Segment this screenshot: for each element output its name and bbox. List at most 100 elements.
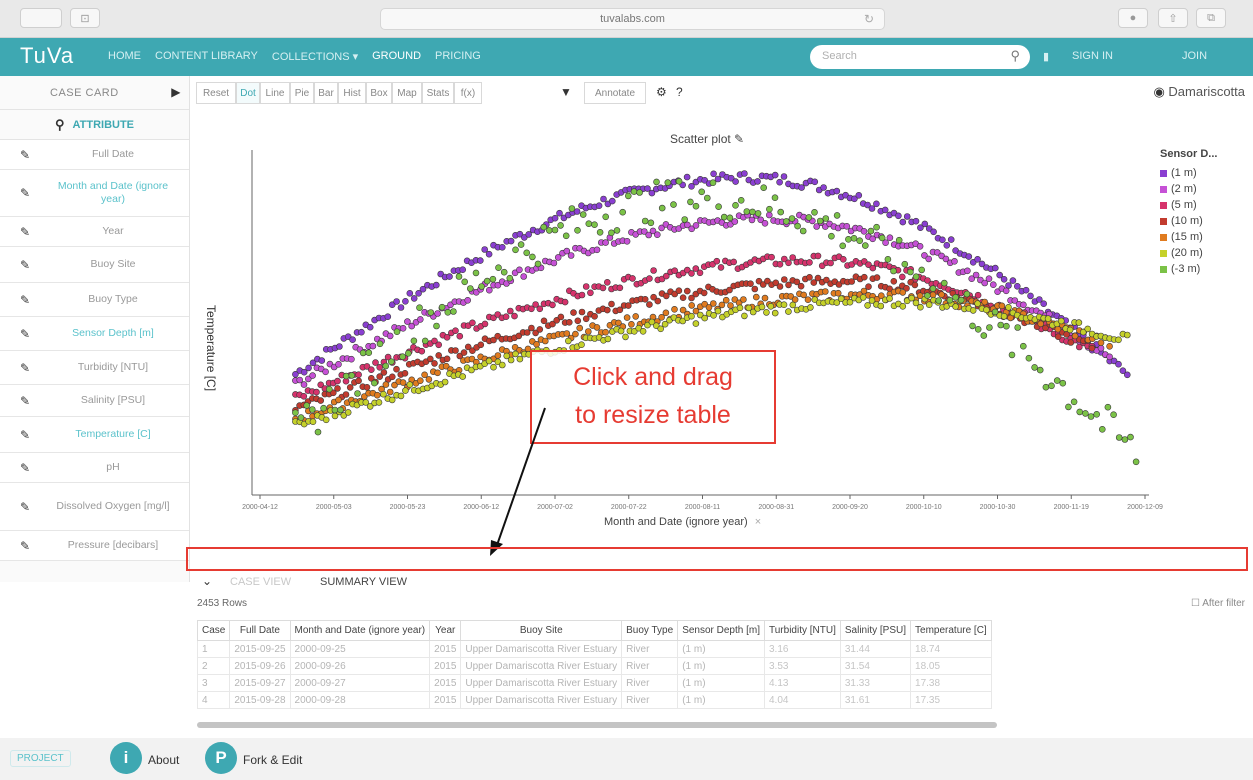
attribute-item[interactable]: ✎ Turbidity [NTU] bbox=[0, 351, 189, 385]
search-input[interactable]: Search ⚲ bbox=[810, 45, 1030, 69]
tool-pie-button[interactable]: Pie bbox=[290, 82, 314, 104]
legend-swatch bbox=[1160, 217, 1167, 225]
gear-icon[interactable]: ⚙ bbox=[656, 85, 667, 99]
tool-map-button[interactable]: Map bbox=[392, 82, 422, 104]
nav-pricing[interactable]: PRICING bbox=[435, 50, 481, 63]
legend-item[interactable]: (15 m) bbox=[1160, 229, 1217, 245]
back-forward-buttons[interactable] bbox=[20, 8, 62, 28]
y-axis-label[interactable]: Temperature [C] bbox=[204, 305, 218, 391]
legend-item[interactable]: (20 m) bbox=[1160, 245, 1217, 261]
column-header[interactable]: Month and Date (ignore year) bbox=[289, 620, 431, 641]
nav-join[interactable]: JOIN bbox=[1182, 50, 1207, 62]
fork-icon[interactable]: P bbox=[205, 742, 237, 774]
tool-stats-button[interactable]: Stats bbox=[422, 82, 454, 104]
attribute-item[interactable]: ✎ Year bbox=[0, 217, 189, 247]
checkbox-icon[interactable]: ☐ bbox=[1191, 598, 1200, 609]
x-tick-label: 2000-11-19 bbox=[1054, 504, 1089, 511]
attribute-item[interactable]: ✎ Month and Date (ignore year) bbox=[0, 170, 189, 217]
nav-ground[interactable]: GROUND bbox=[372, 50, 421, 63]
x-axis-label[interactable]: Month and Date (ignore year) × bbox=[604, 516, 761, 528]
tool-dot-button[interactable]: Dot bbox=[236, 82, 260, 104]
attribute-item[interactable]: ✎ Buoy Type bbox=[0, 283, 189, 317]
attribute-item[interactable]: ✎ Pressure [decibars] bbox=[0, 531, 189, 561]
pencil-icon[interactable]: ✎ bbox=[20, 428, 30, 442]
pencil-icon[interactable]: ✎ bbox=[20, 461, 30, 475]
legend-item[interactable]: (2 m) bbox=[1160, 181, 1217, 197]
attribute-item[interactable]: ✎ Temperature [C] bbox=[0, 417, 189, 453]
tuva-logo[interactable]: TuVa bbox=[20, 43, 74, 69]
attribute-item[interactable]: ✎ Full Date bbox=[0, 140, 189, 170]
pencil-icon[interactable]: ✎ bbox=[20, 361, 30, 375]
legend-item[interactable]: (10 m) bbox=[1160, 213, 1217, 229]
legend-item[interactable]: (5 m) bbox=[1160, 197, 1217, 213]
tool-reset-button[interactable]: Reset bbox=[196, 82, 236, 104]
column-header[interactable]: Buoy Type bbox=[621, 620, 679, 641]
tab-case-view[interactable]: CASE VIEW bbox=[230, 576, 291, 588]
column-header[interactable]: Full Date bbox=[229, 620, 291, 641]
column-header[interactable]: Buoy Site bbox=[460, 620, 623, 641]
search-icon[interactable]: ⚲ bbox=[1010, 48, 1020, 64]
reload-icon[interactable]: ↻ bbox=[864, 9, 874, 29]
attribute-item[interactable]: ✎ Buoy Site bbox=[0, 247, 189, 283]
url-bar[interactable]: tuvalabs.com ↻ bbox=[380, 8, 885, 30]
column-header[interactable]: Temperature [C] bbox=[910, 620, 992, 641]
extension-icon[interactable]: ● bbox=[1118, 8, 1148, 28]
share-icon[interactable]: ⇧ bbox=[1158, 8, 1188, 28]
info-icon[interactable]: i bbox=[110, 742, 142, 774]
nav-sign-in[interactable]: SIGN IN bbox=[1072, 50, 1113, 62]
tool-box-button[interactable]: Box bbox=[366, 82, 392, 104]
table-row[interactable]: 4 2015-09-28 2000-09-28 2015 Upper Damarisco… bbox=[196, 691, 992, 709]
tool-line-button[interactable]: Line bbox=[260, 82, 290, 104]
chevron-down-icon[interactable]: ⌄ bbox=[202, 574, 212, 588]
help-icon[interactable]: ? bbox=[676, 85, 683, 99]
tool-hist-button[interactable]: Hist bbox=[338, 82, 366, 104]
horizontal-scrollbar[interactable] bbox=[197, 722, 997, 728]
case-card-header[interactable]: CASE CARD ▶ bbox=[0, 76, 189, 110]
about-button[interactable]: About bbox=[148, 753, 179, 767]
nav-content-library[interactable]: CONTENT LIBRARY bbox=[155, 50, 258, 63]
column-header[interactable]: Turbidity [NTU] bbox=[764, 620, 841, 641]
chevron-right-icon[interactable]: ▶ bbox=[171, 85, 181, 99]
project-button[interactable]: PROJECT bbox=[10, 750, 71, 767]
data-point bbox=[608, 229, 615, 237]
table-row[interactable]: 1 2015-09-25 2000-09-25 2015 Upper Damarisco… bbox=[196, 640, 992, 658]
tool-bar-button[interactable]: Bar bbox=[314, 82, 338, 104]
nav-home[interactable]: HOME bbox=[108, 50, 141, 63]
attribute-item[interactable]: ✎ Dissolved Oxygen [mg/l] bbox=[0, 483, 189, 531]
column-header[interactable]: Year bbox=[429, 620, 462, 641]
table-row[interactable]: 3 2015-09-27 2000-09-27 2015 Upper Damarisco… bbox=[196, 674, 992, 692]
pencil-icon[interactable]: ✎ bbox=[20, 327, 30, 341]
pencil-icon[interactable]: ✎ bbox=[20, 539, 30, 553]
tool-annotate-button[interactable]: Annotate bbox=[584, 82, 646, 104]
pencil-icon[interactable]: ✎ bbox=[20, 258, 30, 272]
attribute-item[interactable]: ✎ Sensor Depth [m] bbox=[0, 317, 189, 351]
tabs-button[interactable]: ⊡ bbox=[70, 8, 100, 28]
pencil-icon[interactable]: ✎ bbox=[20, 394, 30, 408]
pencil-icon[interactable]: ✎ bbox=[20, 225, 30, 239]
fork-edit-button[interactable]: Fork & Edit bbox=[243, 753, 302, 767]
tool-fx-button[interactable]: f(x) bbox=[454, 82, 482, 104]
resize-handle[interactable] bbox=[186, 547, 1248, 571]
attribute-item[interactable]: ✎ Salinity [PSU] bbox=[0, 385, 189, 417]
location-label[interactable]: ◉ Damariscotta bbox=[1153, 84, 1245, 100]
column-header[interactable]: Salinity [PSU] bbox=[839, 620, 912, 641]
new-tab-icon[interactable]: ⧉ bbox=[1196, 8, 1226, 28]
column-header[interactable]: Case bbox=[196, 620, 231, 641]
table-row[interactable]: 2 2015-09-26 2000-09-26 2015 Upper Damarisco… bbox=[196, 657, 992, 675]
tab-summary-view[interactable]: SUMMARY VIEW bbox=[320, 576, 407, 588]
filter-icon[interactable]: ▼ bbox=[560, 85, 572, 99]
legend-item[interactable]: (1 m) bbox=[1160, 165, 1217, 181]
pencil-icon[interactable]: ✎ bbox=[20, 148, 30, 162]
pencil-icon[interactable]: ✎ bbox=[20, 500, 30, 514]
pencil-icon[interactable]: ✎ bbox=[20, 293, 30, 307]
close-icon[interactable]: × bbox=[755, 516, 761, 528]
after-filter-checkbox[interactable]: ☐ After filter bbox=[1191, 598, 1245, 609]
data-point bbox=[406, 290, 414, 297]
search-icon[interactable]: ⚲ bbox=[55, 117, 65, 133]
column-header[interactable]: Sensor Depth [m] bbox=[677, 620, 765, 641]
user-icon[interactable]: ▮ bbox=[1043, 50, 1049, 63]
legend-item[interactable]: (-3 m) bbox=[1160, 261, 1217, 277]
pencil-icon[interactable]: ✎ bbox=[20, 186, 30, 200]
attribute-item[interactable]: ✎ pH bbox=[0, 453, 189, 483]
nav-collections[interactable]: COLLECTIONS ▾ bbox=[272, 50, 358, 63]
